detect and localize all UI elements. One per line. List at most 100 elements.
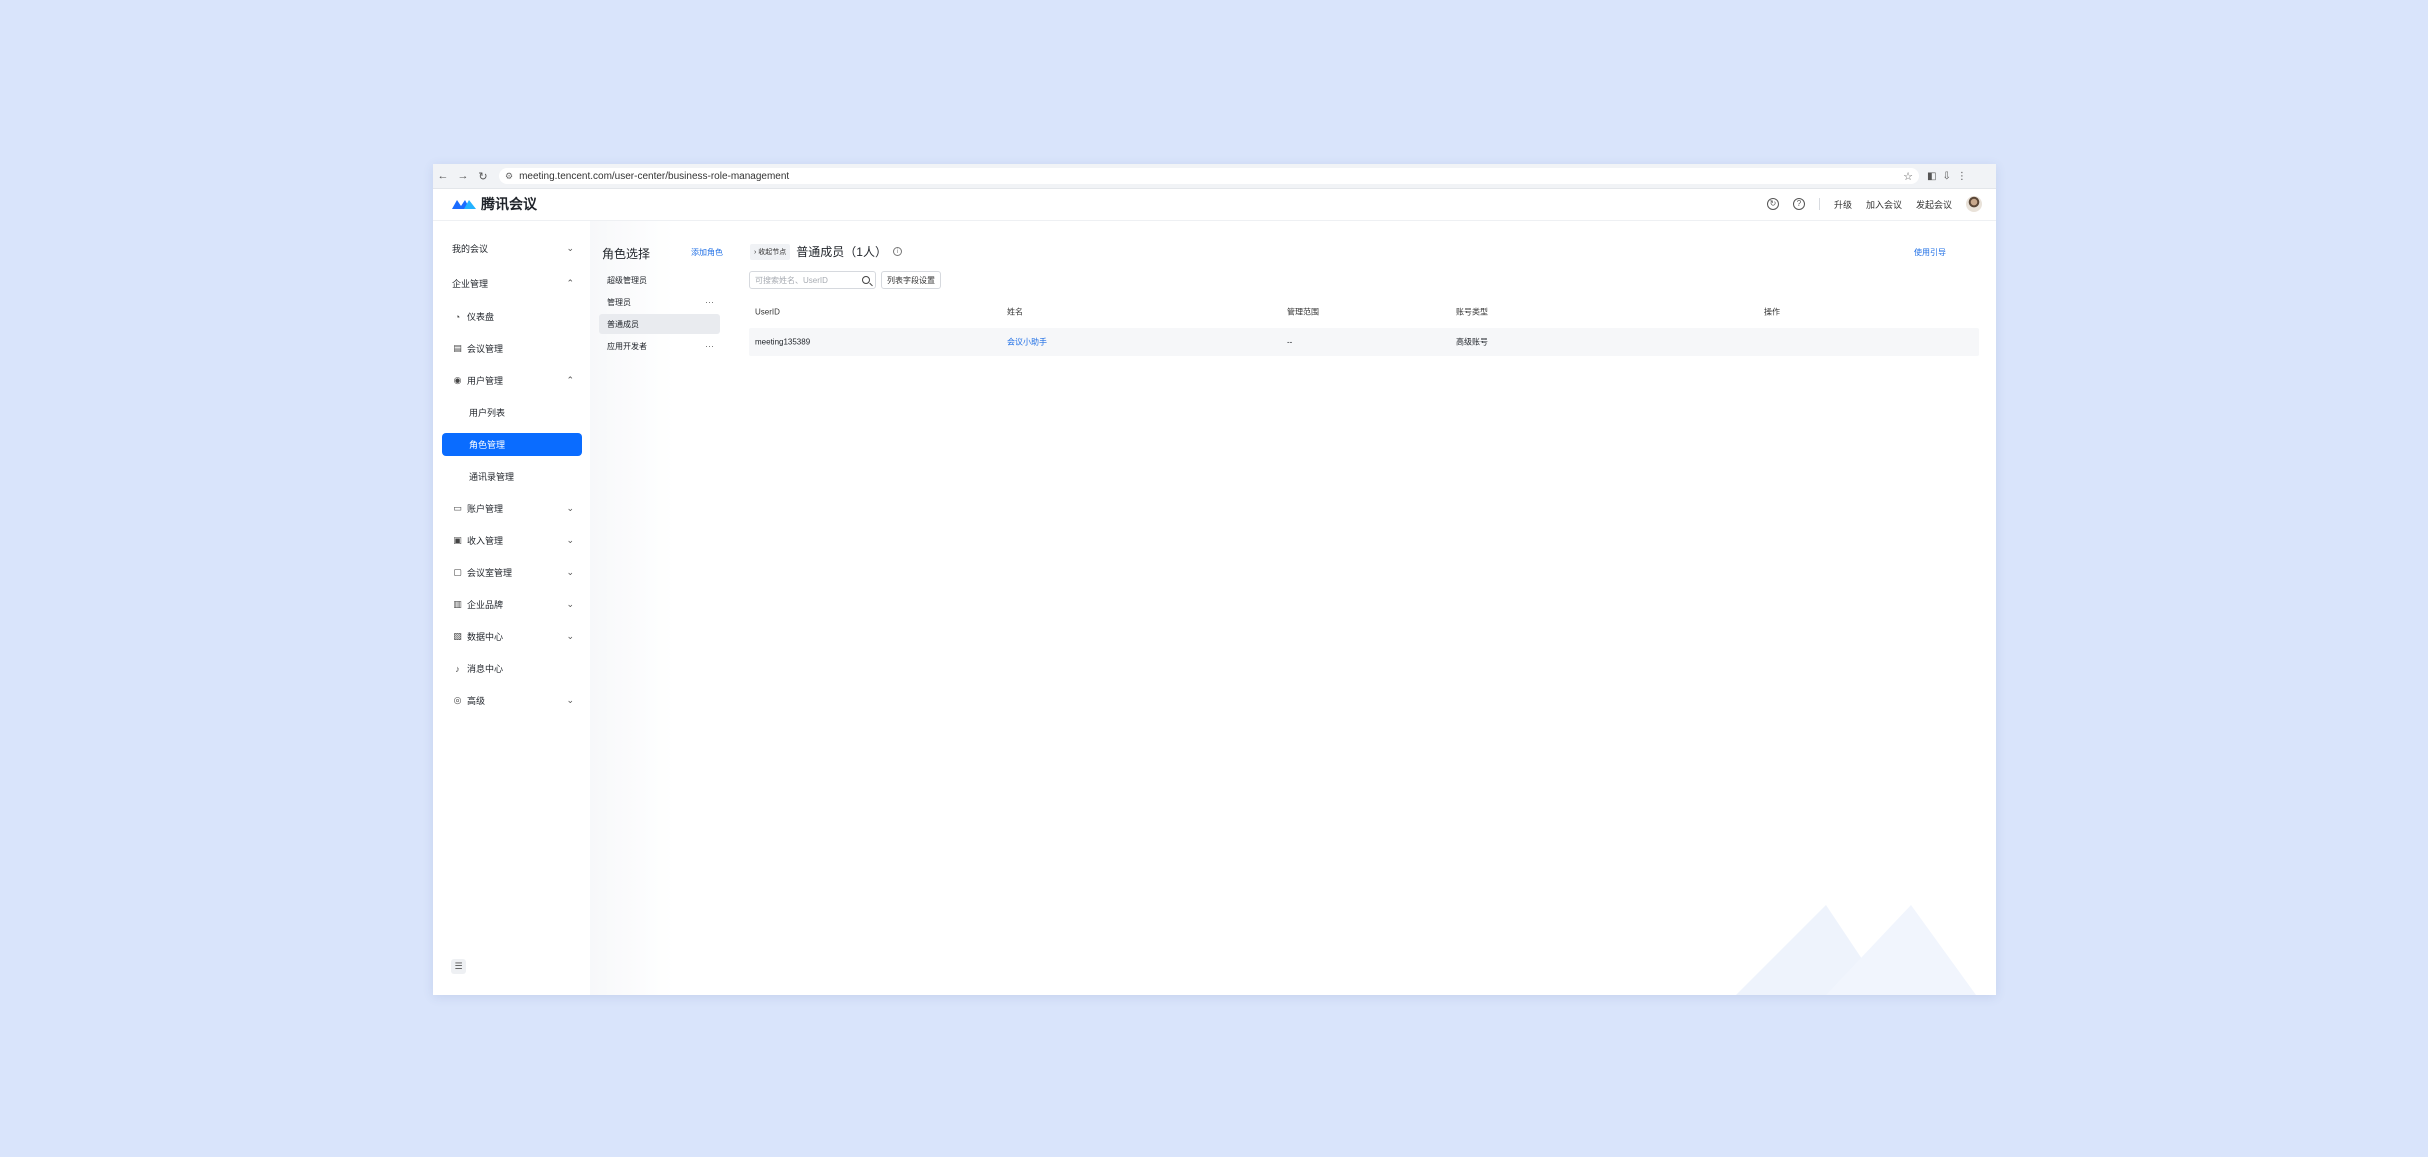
app-header: 腾讯会议 ↻ ? 升级 加入会议 发起会议 [433, 188, 1996, 221]
role-item-super-admin[interactable]: 超级管理员 [599, 270, 720, 290]
sidebar-item-enterprise[interactable]: 企业管理 ⌃ [442, 272, 582, 295]
reload-icon[interactable]: ↻ [473, 170, 493, 183]
search-input[interactable] [755, 275, 855, 285]
role-item-label: 应用开发者 [607, 341, 647, 351]
chevron-down-icon: ⌄ [566, 503, 574, 513]
sidebar-item-label: 我的会议 [452, 244, 489, 254]
sidebar-item-income[interactable]: ▣ 收入管理 ⌄ [442, 529, 582, 552]
chevron-down-icon: ⌄ [566, 695, 574, 705]
sidebar-item-advanced[interactable]: ◎ 高级 ⌄ [442, 689, 582, 712]
start-meeting-link[interactable]: 发起会议 [1916, 198, 1952, 211]
brand-name: 腾讯会议 [481, 196, 537, 212]
collapse-node-label: 收起节点 [758, 248, 787, 256]
menu-collapse-icon[interactable]: ☰ [451, 959, 466, 974]
search-icon[interactable] [862, 276, 870, 284]
sidebar-item-label: 用户列表 [469, 408, 506, 418]
browser-toolbar: ← → ↻ ⚙ meeting.tencent.com/user-center/… [433, 164, 1996, 189]
table-row[interactable]: meeting135389 会议小助手 -- 高级账号 [749, 328, 1979, 356]
more-options-icon[interactable]: ··· [705, 341, 714, 351]
bookmark-star-icon[interactable]: ☆ [1903, 170, 1913, 183]
address-bar[interactable]: ⚙ meeting.tencent.com/user-center/busine… [499, 168, 1919, 184]
data-icon: ▧ [453, 631, 462, 641]
browser-menu-icon[interactable]: ⋮ [1957, 171, 1967, 182]
sidebar-item-roles[interactable]: 角色管理 [442, 433, 582, 456]
site-settings-icon[interactable]: ⚙ [505, 171, 513, 182]
sidebar-item-my-meetings[interactable]: 我的会议 ⌄ [442, 237, 582, 260]
chevron-down-icon: ⌄ [566, 599, 574, 609]
column-settings-button[interactable]: 列表字段设置 [881, 271, 941, 289]
chevron-down-icon: ⌄ [566, 535, 574, 545]
row-account-type: 高级账号 [1456, 337, 1488, 347]
sidebar-item-label: 收入管理 [467, 536, 504, 546]
sidebar-item-messages[interactable]: ♪ 消息中心 [442, 657, 582, 680]
wallet-icon: ▣ [453, 535, 462, 545]
add-role-button[interactable]: 添加角色 [691, 247, 723, 258]
sidebar-item-brand[interactable]: ▥ 企业品牌 ⌄ [442, 593, 582, 616]
table-header: UserID 姓名 管理范围 账号类型 操作 [749, 303, 1979, 320]
row-name-link[interactable]: 会议小助手 [1007, 337, 1047, 348]
sidebar-item-data-center[interactable]: ▧ 数据中心 ⌄ [442, 625, 582, 648]
advanced-icon: ◎ [453, 695, 462, 705]
sidebar-item-dashboard[interactable]: ◔ 仪表盘 [442, 305, 582, 328]
role-item-label: 超级管理员 [607, 275, 647, 285]
sidebar-nav: 我的会议 ⌄ 企业管理 ⌃ ◔ 仪表盘 ▤ 会议管理 ◉ 用户管理 ⌃ 用户列表… [433, 221, 590, 995]
forward-icon[interactable]: → [453, 170, 473, 182]
column-header-account-type: 账号类型 [1456, 307, 1488, 316]
role-item-admin[interactable]: 管理员 ··· [599, 292, 720, 312]
row-scope: -- [1287, 337, 1293, 347]
sidebar-item-label: 会议管理 [467, 344, 504, 354]
sidebar-item-user-list[interactable]: 用户列表 [442, 401, 582, 424]
sidebar-item-label: 消息中心 [467, 664, 504, 674]
url-text[interactable]: meeting.tencent.com/user-center/business… [519, 171, 1903, 182]
sync-icon[interactable]: ↻ [1766, 198, 1779, 210]
role-item-label: 管理员 [607, 297, 631, 307]
column-header-operations: 操作 [1764, 307, 1780, 316]
header-divider [1818, 198, 1820, 210]
collapse-node-button[interactable]: › 收起节点 [750, 243, 791, 260]
role-members-content: › 收起节点 普通成员（1人） i 使用引导 列表字段设置 UserID 姓名 … [731, 221, 1996, 995]
content-header: › 收起节点 普通成员（1人） i [750, 243, 902, 260]
info-icon[interactable]: i [892, 247, 902, 256]
sidebar-item-meetings[interactable]: ▤ 会议管理 [442, 337, 582, 360]
browser-window: ← → ↻ ⚙ meeting.tencent.com/user-center/… [433, 164, 1996, 995]
brand-icon: ▥ [453, 599, 462, 609]
sidebar-item-label: 会议室管理 [467, 568, 513, 578]
page-title: 普通成员（1人） [796, 245, 887, 259]
room-icon: ▢ [453, 567, 462, 577]
side-panel-icon[interactable]: ◧ [1927, 171, 1936, 182]
members-table: UserID 姓名 管理范围 账号类型 操作 meeting135389 会议小… [749, 303, 1979, 356]
role-item-member[interactable]: 普通成员 [599, 314, 720, 334]
sidebar-item-contacts[interactable]: 通讯录管理 [442, 465, 582, 488]
chevron-up-icon: ⌃ [566, 375, 574, 385]
back-icon[interactable]: ← [433, 170, 453, 182]
column-header-name: 姓名 [1007, 307, 1023, 316]
sidebar-item-users[interactable]: ◉ 用户管理 ⌃ [442, 369, 582, 392]
chevron-down-icon: ⌄ [566, 567, 574, 577]
background-decoration [1736, 905, 1976, 995]
bell-icon: ♪ [455, 663, 460, 674]
help-icon[interactable]: ? [1792, 198, 1805, 210]
usage-guide-link[interactable]: 使用引导 [1914, 247, 1946, 258]
download-icon[interactable]: ⇩ [1942, 171, 1950, 182]
role-panel-title: 角色选择 [602, 247, 651, 261]
sidebar-item-label: 企业管理 [452, 279, 489, 289]
role-item-developer[interactable]: 应用开发者 ··· [599, 336, 720, 356]
sidebar-item-label: 角色管理 [469, 440, 506, 450]
sidebar-item-label: 仪表盘 [467, 312, 495, 322]
upgrade-link[interactable]: 升级 [1834, 198, 1852, 211]
join-meeting-link[interactable]: 加入会议 [1866, 198, 1902, 211]
brand-logo[interactable]: 腾讯会议 [451, 194, 537, 214]
sidebar-item-label: 数据中心 [467, 632, 504, 642]
member-search-field[interactable] [749, 271, 876, 289]
tencent-meeting-logo-icon [452, 200, 476, 209]
avatar[interactable] [1966, 196, 1982, 212]
chevron-down-icon: ⌄ [566, 631, 574, 641]
sidebar-item-label: 企业品牌 [467, 600, 504, 610]
sidebar-item-label: 通讯录管理 [469, 472, 515, 482]
chevron-up-icon: ⌃ [566, 278, 574, 288]
sidebar-item-label: 用户管理 [467, 376, 504, 386]
chevron-down-icon: ⌄ [566, 243, 574, 253]
more-options-icon[interactable]: ··· [705, 297, 714, 307]
sidebar-item-accounts[interactable]: ▭ 账户管理 ⌄ [442, 497, 582, 520]
sidebar-item-rooms[interactable]: ▢ 会议室管理 ⌄ [442, 561, 582, 584]
